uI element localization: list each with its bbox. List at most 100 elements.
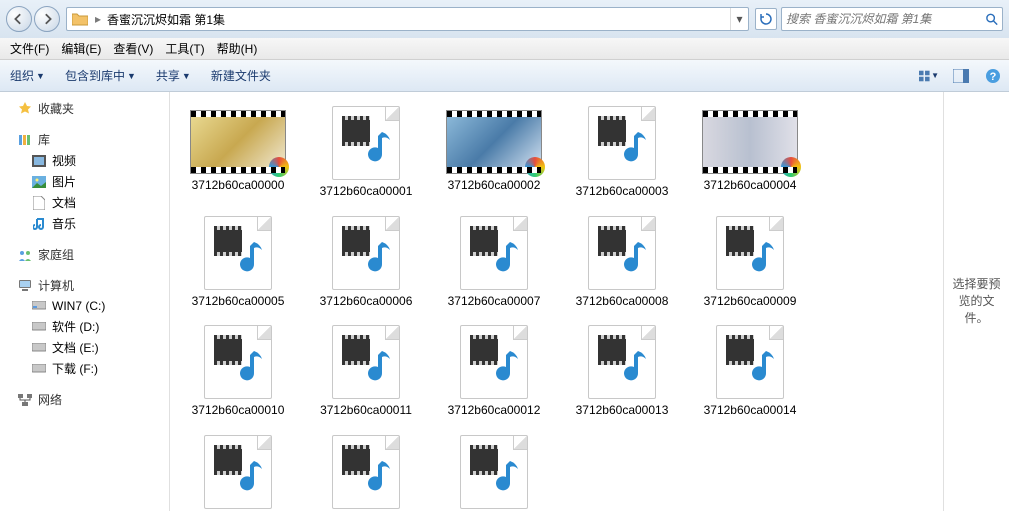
homegroup-icon	[18, 248, 32, 262]
file-item[interactable]: 3712b60ca00002	[430, 106, 558, 200]
chevron-down-icon: ▼	[36, 71, 45, 81]
include-in-library-button[interactable]: 包含到库中▼	[61, 65, 140, 86]
computer-icon	[18, 280, 32, 292]
file-name-label: 3712b60ca00009	[704, 290, 797, 310]
nav-libraries-label: 库	[38, 131, 50, 148]
file-item[interactable]: 3712b60ca00007	[430, 216, 558, 310]
video-icon	[32, 155, 46, 167]
file-item[interactable]: 3712b60ca00010	[174, 325, 302, 419]
nav-drive-f-label: 下载 (F:)	[52, 360, 98, 377]
nav-forward-button[interactable]	[34, 6, 60, 32]
file-item[interactable]: 3712b60ca00000	[174, 106, 302, 200]
file-item[interactable]: 3712b60ca00004	[686, 106, 814, 200]
preview-pane-button[interactable]	[951, 66, 971, 86]
nav-libraries[interactable]: 库	[0, 129, 169, 150]
file-item[interactable]: 3712b60ca00003	[558, 106, 686, 200]
address-bar: ▸ 香蜜沉沉烬如霜 第1集 ▾	[0, 0, 1009, 38]
nav-documents[interactable]: 文档	[0, 192, 169, 213]
file-name-label: 3712b60ca00013	[576, 399, 669, 419]
nav-drive-d-label: 软件 (D:)	[52, 318, 99, 335]
main-area: 收藏夹 库 视频 图片 文档 音乐 家庭组 计算机 WIN7 (C:) 软件 (…	[0, 92, 1009, 511]
folder-icon	[71, 10, 89, 28]
video-thumbnail	[446, 110, 542, 174]
help-button[interactable]: ?	[983, 66, 1003, 86]
media-file-icon	[706, 216, 794, 290]
menu-help[interactable]: 帮助(H)	[211, 38, 264, 59]
search-input[interactable]	[786, 12, 985, 26]
nav-drive-f[interactable]: 下载 (F:)	[0, 358, 169, 379]
nav-drive-e[interactable]: 文档 (E:)	[0, 337, 169, 358]
file-name-label: 3712b60ca00000	[192, 174, 285, 194]
nav-documents-label: 文档	[52, 194, 76, 211]
file-item[interactable]: 3712b60ca00016	[302, 435, 430, 511]
file-list[interactable]: 3712b60ca00000 3712b60ca00001 3712b60ca000…	[170, 92, 943, 511]
share-button[interactable]: 共享▼	[152, 65, 195, 86]
file-item[interactable]: 3712b60ca00017	[430, 435, 558, 511]
view-options-button[interactable]: ▼	[919, 66, 939, 86]
nav-homegroup[interactable]: 家庭组	[0, 244, 169, 265]
breadcrumb-current[interactable]: 香蜜沉沉烬如霜 第1集	[103, 11, 229, 28]
refresh-button[interactable]	[755, 8, 777, 30]
video-thumbnail	[190, 110, 286, 174]
organize-button[interactable]: 组织▼	[6, 65, 49, 86]
app-badge-icon	[525, 157, 545, 177]
file-item[interactable]: 3712b60ca00015	[174, 435, 302, 511]
nav-network-label: 网络	[38, 391, 62, 408]
media-file-icon	[578, 325, 666, 399]
arrow-left-icon	[13, 13, 25, 25]
nav-computer-label: 计算机	[38, 277, 74, 294]
media-file-icon	[194, 325, 282, 399]
nav-music-label: 音乐	[52, 215, 76, 232]
nav-drive-c[interactable]: WIN7 (C:)	[0, 296, 169, 316]
library-icon	[18, 133, 32, 147]
media-file-icon	[322, 435, 410, 509]
menu-tools[interactable]: 工具(T)	[159, 38, 210, 59]
chevron-down-icon: ▼	[182, 71, 191, 81]
menu-view[interactable]: 查看(V)	[107, 38, 159, 59]
breadcrumb-bar[interactable]: ▸ 香蜜沉沉烬如霜 第1集 ▾	[66, 7, 749, 31]
file-item[interactable]: 3712b60ca00005	[174, 216, 302, 310]
media-file-icon	[322, 216, 410, 290]
svg-text:?: ?	[990, 71, 997, 83]
file-name-label: 3712b60ca00007	[448, 290, 541, 310]
new-folder-button[interactable]: 新建文件夹	[207, 65, 275, 86]
media-file-icon	[578, 106, 666, 180]
drive-icon	[32, 364, 46, 374]
menu-file[interactable]: 文件(F)	[4, 38, 55, 59]
help-icon: ?	[985, 68, 1001, 84]
file-name-label: 3712b60ca00011	[320, 399, 412, 419]
file-item[interactable]: 3712b60ca00013	[558, 325, 686, 419]
file-item[interactable]: 3712b60ca00001	[302, 106, 430, 200]
nav-music[interactable]: 音乐	[0, 213, 169, 234]
file-item[interactable]: 3712b60ca00011	[302, 325, 430, 419]
document-icon	[33, 196, 45, 210]
file-item[interactable]: 3712b60ca00008	[558, 216, 686, 310]
nav-videos[interactable]: 视频	[0, 150, 169, 171]
nav-pictures-label: 图片	[52, 173, 76, 190]
file-name-label: 3712b60ca00006	[320, 290, 413, 310]
nav-drive-d[interactable]: 软件 (D:)	[0, 316, 169, 337]
file-name-label: 3712b60ca00001	[320, 180, 413, 200]
preview-pane-icon	[953, 69, 969, 83]
file-item[interactable]: 3712b60ca00009	[686, 216, 814, 310]
search-box[interactable]	[781, 7, 1003, 31]
file-item[interactable]: 3712b60ca00006	[302, 216, 430, 310]
include-label: 包含到库中	[65, 67, 125, 84]
nav-back-button[interactable]	[6, 6, 32, 32]
arrow-right-icon	[41, 13, 53, 25]
media-file-icon	[194, 435, 282, 509]
file-item[interactable]: 3712b60ca00012	[430, 325, 558, 419]
nav-videos-label: 视频	[52, 152, 76, 169]
nav-pictures[interactable]: 图片	[0, 171, 169, 192]
nav-network[interactable]: 网络	[0, 389, 169, 410]
breadcrumb-dropdown-button[interactable]: ▾	[730, 8, 748, 30]
search-icon	[985, 12, 998, 26]
command-bar: 组织▼ 包含到库中▼ 共享▼ 新建文件夹 ▼ ?	[0, 60, 1009, 92]
file-name-label: 3712b60ca00008	[576, 290, 669, 310]
video-thumbnail	[702, 110, 798, 174]
nav-favorites[interactable]: 收藏夹	[0, 98, 169, 119]
file-item[interactable]: 3712b60ca00014	[686, 325, 814, 419]
menu-edit[interactable]: 编辑(E)	[55, 38, 107, 59]
nav-computer[interactable]: 计算机	[0, 275, 169, 296]
file-name-label: 3712b60ca00010	[192, 399, 285, 419]
